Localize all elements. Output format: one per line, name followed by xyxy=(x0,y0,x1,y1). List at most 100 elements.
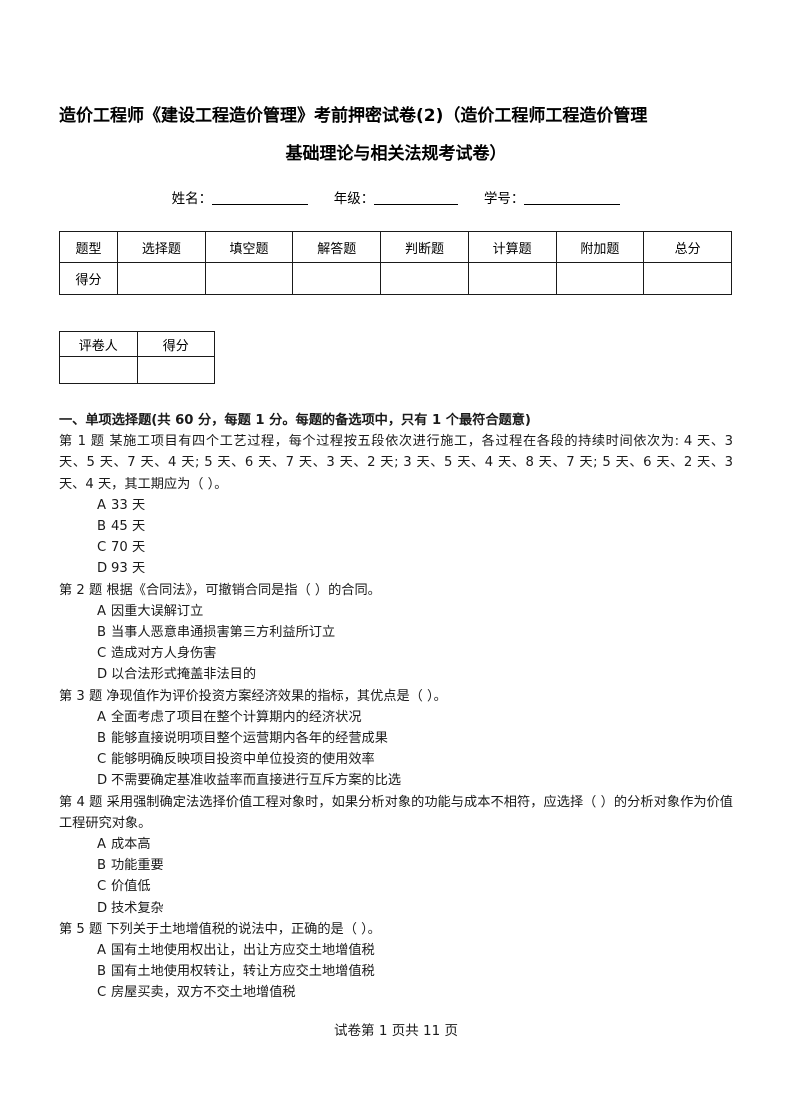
option-letter: B xyxy=(97,858,107,874)
student-id-label: 学号： xyxy=(483,191,525,207)
option-letter: A xyxy=(97,709,107,725)
score-summary-table: 题型 选择题 填空题 解答题 判断题 计算题 附加题 总分 得分 xyxy=(59,231,732,295)
option-text: 当事人恶意串通损害第三方利益所订立 xyxy=(111,625,336,641)
score-cell-1[interactable] xyxy=(204,262,294,295)
grader-cell-1[interactable] xyxy=(136,356,215,384)
page-footer: 试卷第 1 页共 11 页 xyxy=(334,1023,458,1039)
score-cell-5[interactable] xyxy=(555,262,645,295)
option-letter: A xyxy=(97,603,107,619)
option-text: 成本高 xyxy=(111,837,151,853)
option-letter: B xyxy=(97,519,107,535)
option-text: 技术复杂 xyxy=(111,900,164,916)
option-text: 45 天 xyxy=(111,519,146,535)
option-text: 国有土地使用权出让，出让方应交土地增值税 xyxy=(111,943,375,959)
question-3-option-c[interactable]: C 能够明确反映项目投资中单位投资的使用效率 xyxy=(59,749,733,770)
score-table-header-7: 总分 xyxy=(643,231,732,263)
question-4-option-b[interactable]: B 功能重要 xyxy=(59,855,733,876)
question-2-option-b[interactable]: B 当事人恶意串通损害第三方利益所订立 xyxy=(59,622,733,643)
option-letter: C xyxy=(97,752,107,768)
score-table-header-4: 判断题 xyxy=(380,231,469,263)
question-stem-3: 第 3 题 净现值作为评价投资方案经济效果的指标，其优点是（ ）。 xyxy=(59,688,447,704)
option-letter: D xyxy=(97,773,108,789)
question-3-option-a[interactable]: A 全面考虑了项目在整个计算期内的经济状况 xyxy=(59,707,733,728)
question-stem-4: 第 4 题 采用强制确定法选择价值工程对象时，如果分析对象的功能与成本不相符，应… xyxy=(59,794,733,831)
score-cell-3[interactable] xyxy=(380,262,469,295)
option-text: 全面考虑了项目在整个计算期内的经济状况 xyxy=(111,709,362,725)
option-letter: B xyxy=(97,964,107,980)
grader-table-header-0: 评卷人 xyxy=(59,331,138,357)
question-4-option-d[interactable]: D 技术复杂 xyxy=(59,898,733,919)
option-text: 价值低 xyxy=(111,879,151,895)
grader-table-header-1: 得分 xyxy=(136,331,215,357)
score-cell-4[interactable] xyxy=(467,262,557,295)
question-4-option-c[interactable]: C 价值低 xyxy=(59,876,733,897)
table-row-headers: 题型 选择题 填空题 解答题 判断题 计算题 附加题 总分 xyxy=(59,231,732,263)
option-text: 以合法形式掩盖非法目的 xyxy=(111,667,257,683)
score-table-header-2: 填空题 xyxy=(204,231,294,263)
grader-score-table: 评卷人 得分 xyxy=(59,331,215,384)
option-text: 房屋买卖，双方不交土地增值税 xyxy=(111,985,296,1001)
score-cell-0[interactable] xyxy=(117,262,206,295)
table-row xyxy=(59,356,215,384)
grade-input-rule[interactable] xyxy=(374,204,459,205)
question-stem-2: 第 2 题 根据《合同法》，可撤销合同是指（ ）的合同。 xyxy=(59,582,381,598)
page-title-line-1: 造价工程师《建设工程造价管理》考前押密试卷(2)（造价工程师工程造价管理 xyxy=(59,106,648,126)
option-letter: B xyxy=(97,625,107,641)
score-table-header-0: 题型 xyxy=(59,231,118,263)
question-2-option-a[interactable]: A 因重大误解订立 xyxy=(59,601,733,622)
table-row: 得分 xyxy=(59,262,732,295)
grade-field: 年级： xyxy=(334,189,459,209)
name-label: 姓名： xyxy=(171,191,213,207)
question-5-option-a[interactable]: A 国有土地使用权出让，出让方应交土地增值税 xyxy=(59,940,733,961)
option-text: 能够明确反映项目投资中单位投资的使用效率 xyxy=(111,752,375,768)
question-3-option-b[interactable]: B 能够直接说明项目整个运营期内各年的经营成果 xyxy=(59,728,733,749)
option-text: 国有土地使用权转让，转让方应交土地增值税 xyxy=(111,964,375,980)
name-input-rule[interactable] xyxy=(212,204,309,205)
question-1-option-d[interactable]: D 93 天 xyxy=(59,558,733,579)
question-1-option-b[interactable]: B 45 天 xyxy=(59,516,733,537)
score-table-header-3: 解答题 xyxy=(292,231,382,263)
option-letter: C xyxy=(97,646,107,662)
student-identity-line: 姓名： 年级： 学号： xyxy=(59,189,733,209)
question-stem-1: 第 1 题 某施工项目有四个工艺过程，每个过程按五段依次进行施工，各过程在各段的… xyxy=(59,434,733,492)
option-letter: C xyxy=(97,985,107,1001)
question-2-option-c[interactable]: C 造成对方人身伤害 xyxy=(59,643,733,664)
section-heading: 一、单项选择题(共 60 分，每题 1 分。每题的备选项中，只有 1 个最符合题… xyxy=(59,413,531,428)
question-5-option-c[interactable]: C 房屋买卖，双方不交土地增值税 xyxy=(59,982,733,1003)
question-1-option-c[interactable]: C 70 天 xyxy=(59,537,733,558)
student-id-field: 学号： xyxy=(484,189,621,209)
score-table-header-5: 计算题 xyxy=(467,231,557,263)
question-1-option-a[interactable]: A 33 天 xyxy=(59,495,733,516)
grade-label: 年级： xyxy=(333,191,375,207)
score-table-header-6: 附加题 xyxy=(555,231,645,263)
question-2-option-d[interactable]: D 以合法形式掩盖非法目的 xyxy=(59,664,733,685)
question-stem-5: 第 5 题 下列关于土地增值税的说法中，正确的是（ ）。 xyxy=(59,921,381,937)
question-5-option-b[interactable]: B 国有土地使用权转让，转让方应交土地增值税 xyxy=(59,961,733,982)
option-text: 功能重要 xyxy=(111,858,164,874)
option-letter: B xyxy=(97,731,107,747)
option-text: 70 天 xyxy=(111,540,146,556)
question-3-option-d[interactable]: D 不需要确定基准收益率而直接进行互斥方案的比选 xyxy=(59,770,733,791)
score-table-header-1: 选择题 xyxy=(117,231,206,263)
option-letter: D xyxy=(97,561,108,577)
student-id-input-rule[interactable] xyxy=(524,204,621,205)
score-cell-6[interactable] xyxy=(643,262,732,295)
score-table-row-label: 得分 xyxy=(59,262,118,295)
option-text: 33 天 xyxy=(111,497,146,513)
name-field: 姓名： xyxy=(172,189,309,209)
option-text: 因重大误解订立 xyxy=(111,603,204,619)
exam-paper-page: 造价工程师《建设工程造价管理》考前押密试卷(2)（造价工程师工程造价管理 基础理… xyxy=(0,0,792,1120)
option-letter: D xyxy=(97,900,108,916)
option-text: 能够直接说明项目整个运营期内各年的经营成果 xyxy=(111,731,388,747)
question-4-option-a[interactable]: A 成本高 xyxy=(59,834,733,855)
option-letter: A xyxy=(97,943,107,959)
option-text: 造成对方人身伤害 xyxy=(111,646,217,662)
grader-cell-0[interactable] xyxy=(59,356,138,384)
page-title-line-2: 基础理论与相关法规考试卷） xyxy=(285,144,507,164)
option-letter: A xyxy=(97,837,107,853)
option-letter: D xyxy=(97,667,108,683)
option-letter: C xyxy=(97,540,107,556)
option-letter: C xyxy=(97,879,107,895)
table-row-headers: 评卷人 得分 xyxy=(59,331,215,357)
score-cell-2[interactable] xyxy=(292,262,382,295)
